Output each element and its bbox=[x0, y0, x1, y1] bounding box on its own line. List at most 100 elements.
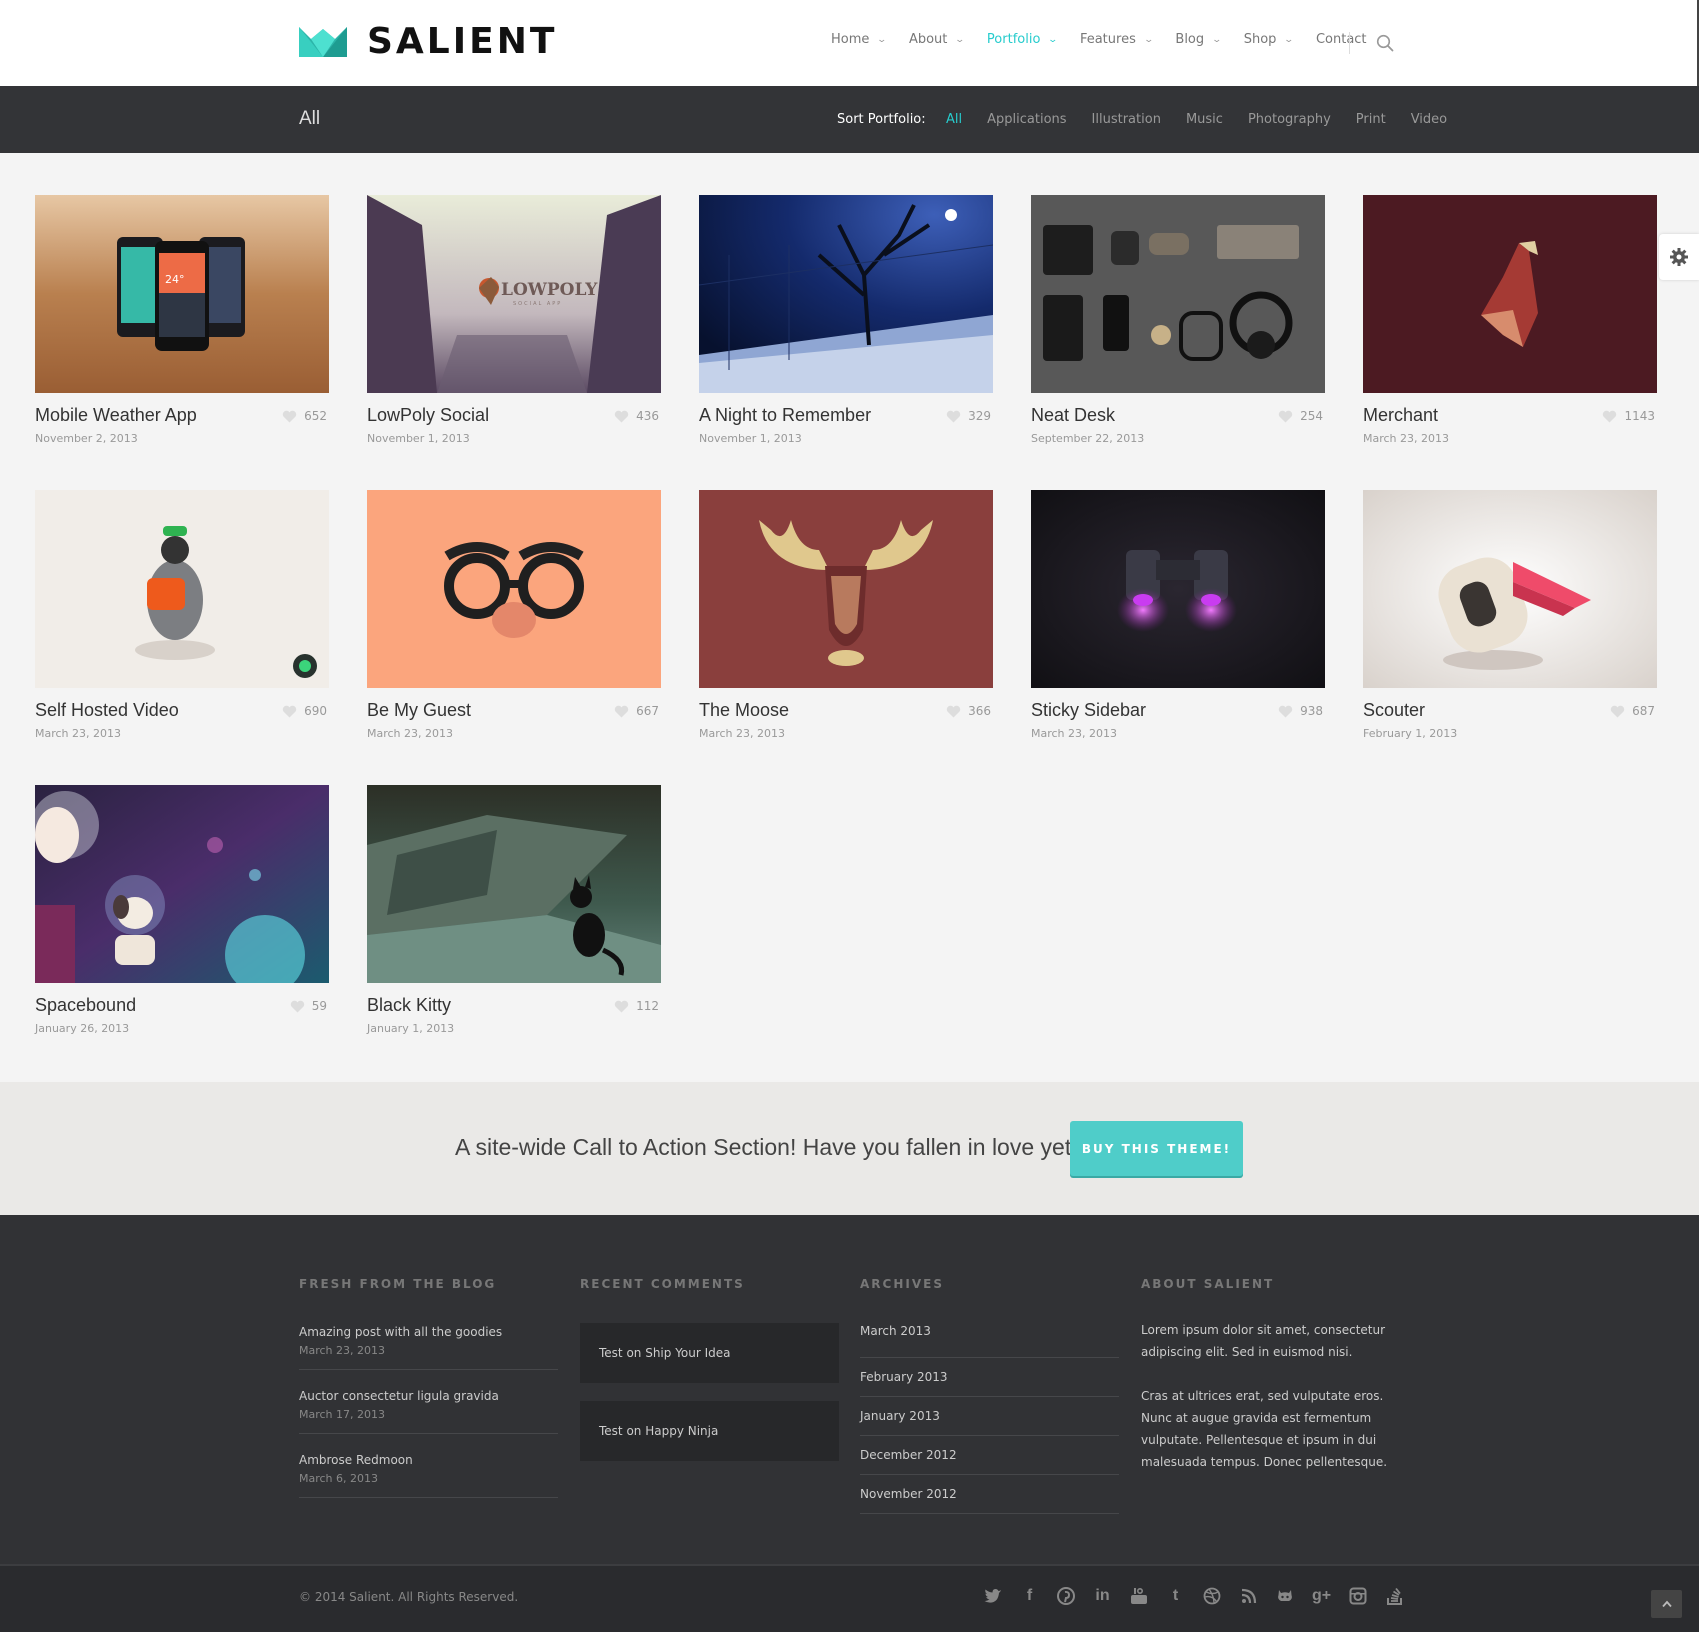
heart-icon bbox=[282, 410, 297, 423]
filter-photography[interactable]: Photography bbox=[1248, 112, 1331, 127]
footer-bottom-bar: © 2014 Salient. All Rights Reserved. f i… bbox=[0, 1564, 1699, 1632]
like-count: 112 bbox=[636, 999, 659, 1013]
like-count: 366 bbox=[968, 704, 991, 718]
footer-heading: ABOUT SALIENT bbox=[1141, 1277, 1275, 1291]
portfolio-item-date: November 1, 2013 bbox=[367, 432, 470, 445]
call-to-action: A site-wide Call to Action Section! Have… bbox=[0, 1082, 1699, 1215]
pinterest-icon[interactable] bbox=[1056, 1586, 1076, 1606]
like-button[interactable]: 687 bbox=[1610, 704, 1655, 718]
portfolio-item-title[interactable]: Spacebound bbox=[35, 995, 136, 1016]
like-button[interactable]: 254 bbox=[1278, 409, 1323, 423]
portfolio-item-title[interactable]: The Moose bbox=[699, 700, 789, 721]
portfolio-item-date: January 26, 2013 bbox=[35, 1022, 130, 1035]
like-button[interactable]: 652 bbox=[282, 409, 327, 423]
heart-icon bbox=[1603, 410, 1617, 423]
twitter-icon[interactable] bbox=[983, 1586, 1003, 1606]
nav-blog[interactable]: Blog ⌄ bbox=[1175, 32, 1223, 47]
portfolio-thumbnail[interactable] bbox=[35, 490, 329, 688]
portfolio-thumbnail[interactable] bbox=[1031, 490, 1325, 688]
nav-portfolio-label: Portfolio bbox=[986, 32, 1041, 47]
search-icon[interactable] bbox=[1376, 34, 1394, 52]
nav-home[interactable]: Home ⌄ bbox=[831, 32, 887, 47]
heart-icon bbox=[614, 705, 629, 718]
portfolio-item-title[interactable]: Black Kitty bbox=[367, 995, 451, 1016]
filter-print[interactable]: Print bbox=[1356, 112, 1386, 127]
portfolio-item-title[interactable]: Scouter bbox=[1363, 700, 1425, 721]
archive-link[interactable]: February 2013 bbox=[860, 1358, 1119, 1397]
like-button[interactable]: 59 bbox=[290, 999, 327, 1013]
like-button[interactable]: 112 bbox=[614, 999, 659, 1013]
like-button[interactable]: 366 bbox=[946, 704, 991, 718]
filter-applications[interactable]: Applications bbox=[987, 112, 1066, 127]
portfolio-item-title[interactable]: Neat Desk bbox=[1031, 405, 1115, 426]
portfolio-item-title[interactable]: Self Hosted Video bbox=[35, 700, 179, 721]
filter-illustration[interactable]: Illustration bbox=[1092, 112, 1161, 127]
portfolio-item-title[interactable]: Mobile Weather App bbox=[35, 405, 197, 426]
archive-link[interactable]: November 2012 bbox=[860, 1475, 1119, 1514]
like-button[interactable]: 1143 bbox=[1602, 409, 1655, 423]
portfolio-thumbnail[interactable] bbox=[699, 490, 993, 688]
settings-panel-toggle[interactable] bbox=[1659, 234, 1699, 280]
nav-portfolio[interactable]: Portfolio ⌄ bbox=[986, 32, 1059, 47]
youtube-icon[interactable] bbox=[1129, 1586, 1149, 1606]
blog-post-link[interactable]: Amazing post with all the goodies bbox=[299, 1323, 558, 1341]
blog-post-item: Auctor consectetur ligula gravida March … bbox=[299, 1387, 558, 1434]
portfolio-thumbnail[interactable] bbox=[699, 195, 993, 393]
portfolio-thumbnail[interactable] bbox=[1031, 195, 1325, 393]
filter-video[interactable]: Video bbox=[1411, 112, 1447, 127]
chevron-down-icon: ⌄ bbox=[1211, 34, 1223, 45]
footer-heading: RECENT COMMENTS bbox=[580, 1277, 745, 1291]
portfolio-thumbnail[interactable] bbox=[1363, 490, 1657, 688]
stackexchange-icon[interactable] bbox=[1385, 1586, 1405, 1606]
instagram-icon[interactable] bbox=[1348, 1586, 1368, 1606]
nav-features[interactable]: Features ⌄ bbox=[1080, 32, 1154, 47]
portfolio-item: Be My Guest March 23, 2013 667 bbox=[367, 490, 661, 740]
portfolio-thumbnail[interactable]: LOWPOLY SOCIAL APP bbox=[367, 195, 661, 393]
archive-link[interactable]: January 2013 bbox=[860, 1397, 1119, 1436]
nav-contact[interactable]: Contact bbox=[1316, 32, 1367, 47]
blog-post-link[interactable]: Auctor consectetur ligula gravida bbox=[299, 1387, 558, 1405]
portfolio-thumbnail[interactable]: 24° bbox=[35, 195, 329, 393]
portfolio-item-title[interactable]: Be My Guest bbox=[367, 700, 471, 721]
google-plus-icon[interactable]: g+ bbox=[1312, 1586, 1332, 1606]
blog-post-link[interactable]: Ambrose Redmoon bbox=[299, 1451, 558, 1469]
filter-all[interactable]: All bbox=[946, 112, 962, 127]
like-button[interactable]: 329 bbox=[946, 409, 991, 423]
portfolio-filters: All Applications Illustration Music Phot… bbox=[946, 112, 1472, 127]
portfolio-thumbnail[interactable] bbox=[367, 490, 661, 688]
portfolio-item-date: March 23, 2013 bbox=[367, 727, 454, 740]
archive-link[interactable]: March 2013 bbox=[860, 1319, 1119, 1358]
like-button[interactable]: 690 bbox=[282, 704, 327, 718]
like-button[interactable]: 436 bbox=[614, 409, 659, 423]
buy-theme-button[interactable]: BUY THIS THEME! bbox=[1070, 1121, 1243, 1176]
portfolio-item-title[interactable]: A Night to Remember bbox=[699, 405, 871, 426]
tumblr-icon[interactable]: t bbox=[1166, 1586, 1186, 1606]
like-count: 938 bbox=[1300, 704, 1323, 718]
portfolio-item: LOWPOLY SOCIAL APP LowPoly Social Novemb… bbox=[367, 195, 661, 445]
rss-icon[interactable] bbox=[1239, 1586, 1259, 1606]
recent-comment-link[interactable]: Test on Ship Your Idea bbox=[580, 1323, 839, 1383]
back-to-top-button[interactable] bbox=[1651, 1590, 1682, 1618]
portfolio-thumbnail[interactable] bbox=[367, 785, 661, 983]
filter-music[interactable]: Music bbox=[1186, 112, 1223, 127]
footer-heading: FRESH FROM THE BLOG bbox=[299, 1277, 497, 1291]
recent-comment-link[interactable]: Test on Happy Ninja bbox=[580, 1401, 839, 1461]
logo[interactable]: SALIENT bbox=[299, 24, 557, 60]
linkedin-icon[interactable]: in bbox=[1093, 1586, 1113, 1606]
like-count: 59 bbox=[311, 999, 327, 1013]
portfolio-item-title[interactable]: LowPoly Social bbox=[367, 405, 489, 426]
portfolio-item-title[interactable]: Merchant bbox=[1363, 405, 1438, 426]
dribbble-icon[interactable] bbox=[1202, 1586, 1222, 1606]
facebook-icon[interactable]: f bbox=[1020, 1586, 1040, 1606]
portfolio-thumbnail[interactable] bbox=[35, 785, 329, 983]
archive-link[interactable]: December 2012 bbox=[860, 1436, 1119, 1475]
portfolio-item-title[interactable]: Sticky Sidebar bbox=[1031, 700, 1146, 721]
portfolio-thumbnail[interactable] bbox=[1363, 195, 1657, 393]
portfolio-item-date: September 22, 2013 bbox=[1031, 432, 1145, 445]
like-button[interactable]: 667 bbox=[614, 704, 659, 718]
nav-shop[interactable]: Shop ⌄ bbox=[1244, 32, 1295, 47]
like-button[interactable]: 938 bbox=[1278, 704, 1323, 718]
github-icon[interactable] bbox=[1275, 1586, 1295, 1606]
nav-about[interactable]: About ⌄ bbox=[909, 32, 965, 47]
like-count: 436 bbox=[636, 409, 659, 423]
